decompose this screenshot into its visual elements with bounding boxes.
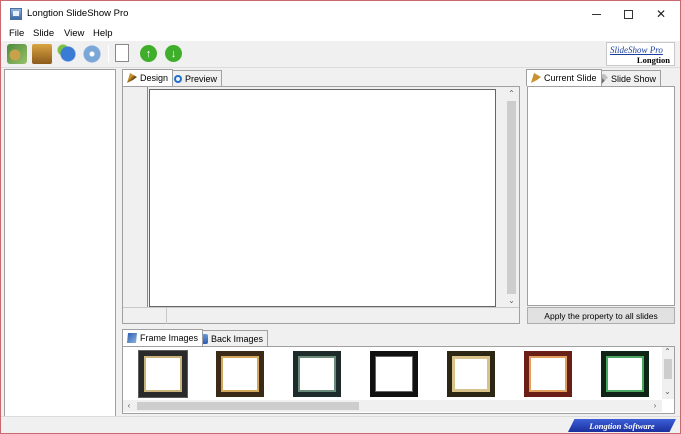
toolbar-separator xyxy=(108,45,109,63)
frame-thumbnails xyxy=(123,349,663,401)
tab-current-slide-label: Current Slide xyxy=(544,73,597,83)
frame-images-icon xyxy=(127,333,137,343)
frame-thumbnail[interactable] xyxy=(216,351,264,397)
menu-help[interactable]: Help xyxy=(93,28,113,39)
design-ruler xyxy=(123,87,148,307)
tab-frame-images-label: Frame Images xyxy=(140,333,199,343)
minimize-icon xyxy=(591,13,601,15)
tab-current-slide[interactable]: Current Slide xyxy=(526,69,602,86)
tab-design[interactable]: Design xyxy=(122,69,174,86)
slide-list-panel[interactable] xyxy=(4,69,116,417)
tab-preview[interactable]: Preview xyxy=(169,70,223,86)
scroll-right-icon[interactable]: › xyxy=(650,400,660,412)
new-page-icon[interactable] xyxy=(115,44,129,62)
scrollbar-thumb[interactable] xyxy=(507,101,516,294)
logo-product-name: SlideShow Pro xyxy=(610,45,663,55)
tab-back-images-label: Back Images xyxy=(211,333,264,344)
tab-back-images[interactable]: Back Images xyxy=(193,330,269,346)
design-corner-cell xyxy=(123,308,167,324)
frames-horizontal-scrollbar[interactable]: ‹ › xyxy=(123,400,662,412)
publish-web-icon[interactable] xyxy=(57,44,77,64)
tab-slide-show[interactable]: Slide Show xyxy=(593,70,662,86)
close-button[interactable]: ✕ xyxy=(644,1,678,27)
logo-company-name: Longtion xyxy=(636,55,670,65)
frame-thumbnail[interactable] xyxy=(370,351,418,397)
design-pane: ⌃ ⌄ xyxy=(122,86,520,324)
slide-canvas[interactable] xyxy=(149,89,496,307)
tab-design-label: Design xyxy=(140,73,169,83)
frame-thumbnail[interactable] xyxy=(293,351,341,397)
scroll-down-icon[interactable]: ⌄ xyxy=(663,387,672,397)
open-project-icon[interactable] xyxy=(7,44,27,64)
close-icon: ✕ xyxy=(655,7,667,21)
scroll-down-icon[interactable]: ⌄ xyxy=(507,296,516,306)
maximize-button[interactable] xyxy=(611,1,645,27)
move-down-icon[interactable]: ↓ xyxy=(165,45,182,62)
scroll-up-icon[interactable]: ⌃ xyxy=(663,347,672,357)
tab-preview-label: Preview xyxy=(185,73,218,84)
menu-slide[interactable]: Slide xyxy=(33,28,54,39)
app-window: Longtion SlideShow Pro ✕ File Slide View… xyxy=(0,0,681,434)
magnifier-icon xyxy=(174,74,182,83)
frame-thumbnail[interactable] xyxy=(524,351,572,397)
design-bottom-bar xyxy=(123,307,519,324)
tab-slide-show-label: Slide Show xyxy=(611,73,657,84)
brand-badge[interactable]: Longtion Software xyxy=(568,419,676,432)
title-bar: Longtion SlideShow Pro ✕ xyxy=(1,1,680,27)
current-slide-icon xyxy=(531,73,541,83)
menu-bar: File Slide View Help xyxy=(1,27,680,41)
apply-to-all-button[interactable]: Apply the property to all slides xyxy=(527,307,675,324)
frame-thumbnail[interactable] xyxy=(447,351,495,397)
app-icon xyxy=(10,8,22,20)
maximize-icon xyxy=(623,9,633,19)
frame-images-pane: ⌃ ⌄ ‹ › xyxy=(122,346,675,414)
menu-file[interactable]: File xyxy=(9,28,24,39)
design-icon xyxy=(127,73,137,83)
scrollbar-thumb[interactable] xyxy=(664,359,672,379)
scroll-left-icon[interactable]: ‹ xyxy=(124,400,134,412)
slide-properties-pane xyxy=(527,86,675,306)
frames-vertical-scrollbar[interactable]: ⌃ ⌄ xyxy=(662,347,674,399)
tab-frame-images[interactable]: Frame Images xyxy=(122,329,204,346)
burn-disc-icon[interactable] xyxy=(82,44,102,64)
status-bar: Longtion Software xyxy=(1,416,680,433)
minimize-button[interactable] xyxy=(579,1,613,27)
scroll-up-icon[interactable]: ⌃ xyxy=(507,89,516,99)
design-vertical-scrollbar[interactable]: ⌃ ⌄ xyxy=(505,89,518,307)
toolbar: ↑ ↓ SlideShow Pro Longtion xyxy=(1,41,680,68)
window-title: Longtion SlideShow Pro xyxy=(27,8,129,19)
move-up-icon[interactable]: ↑ xyxy=(140,45,157,62)
save-project-icon[interactable] xyxy=(32,44,52,64)
frame-thumbnail[interactable] xyxy=(139,351,187,397)
menu-view[interactable]: View xyxy=(64,28,84,39)
scrollbar-thumb[interactable] xyxy=(137,402,359,410)
app-logo: SlideShow Pro Longtion xyxy=(606,42,675,66)
frame-thumbnail[interactable] xyxy=(601,351,649,397)
